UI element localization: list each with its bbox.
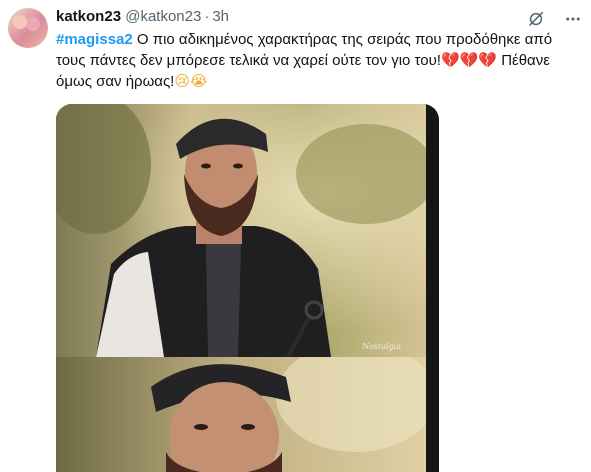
media-frame-bottom <box>56 357 439 472</box>
tweet-card[interactable]: katkon23 @katkon23 · 3h #magissa2 Ο πιο αδ… <box>0 0 591 472</box>
grok-icon[interactable] <box>527 10 545 28</box>
media-frame-top: Nostalgia <box>56 104 439 357</box>
timestamp[interactable]: 3h <box>212 8 229 25</box>
avatar[interactable] <box>8 8 48 48</box>
display-name[interactable]: katkon23 <box>56 8 121 25</box>
crying-face-emoji: 😭 <box>190 72 208 90</box>
more-icon[interactable] <box>563 10 583 28</box>
tweet-media-image[interactable]: Nostalgia <box>56 104 439 472</box>
tweet-text: #magissa2 Ο πιο αδικημένος χαρακτήρας τη… <box>56 30 576 92</box>
separator-dot: · <box>204 8 210 25</box>
media-watermark: Nostalgia <box>362 342 401 351</box>
user-handle[interactable]: @katkon23 <box>125 8 201 25</box>
broken-heart-emoji: 💔 <box>440 51 460 69</box>
sad-face-emoji: 😢 <box>174 72 190 90</box>
broken-heart-emoji: 💔 <box>478 51 498 69</box>
hashtag-link[interactable]: #magissa2 <box>56 31 133 48</box>
tweet-header: katkon23 @katkon23 · 3h <box>56 7 571 27</box>
broken-heart-emoji: 💔 <box>459 51 479 69</box>
